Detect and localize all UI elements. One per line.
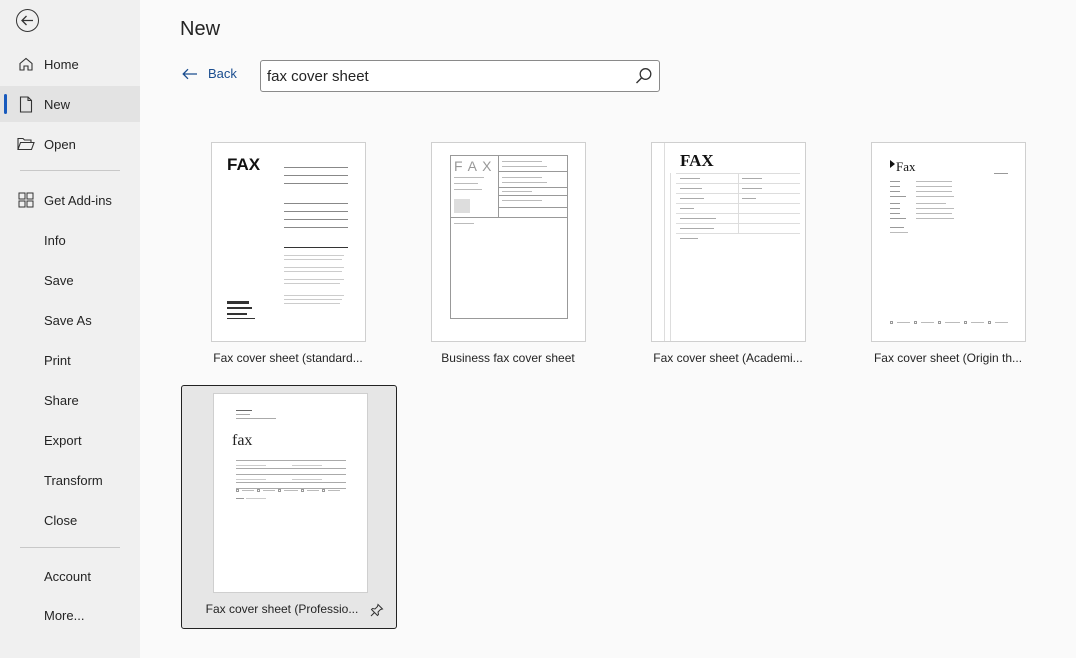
sidebar-item-label: More... bbox=[44, 607, 85, 623]
sidebar-item-new[interactable]: New bbox=[0, 86, 140, 122]
template-tile[interactable]: Fax Fax cover sheet (Origin th... bbox=[840, 142, 1056, 386]
sidebar-item-label: Home bbox=[44, 56, 79, 72]
template-name: Fax cover sheet (standard... bbox=[213, 351, 363, 365]
sidebar-divider bbox=[20, 170, 120, 171]
sidebar-item-close[interactable]: Close bbox=[0, 502, 140, 538]
sidebar-item-label: Save As bbox=[44, 312, 92, 328]
sidebar-item-label: Close bbox=[44, 512, 78, 528]
sidebar-item-label: Print bbox=[44, 352, 71, 368]
template-search-box[interactable] bbox=[260, 60, 660, 92]
template-name: Fax cover sheet (Origin th... bbox=[873, 351, 1023, 365]
sidebar-item-transform[interactable]: Transform bbox=[0, 462, 140, 498]
template-thumbnail: F A X bbox=[431, 142, 586, 342]
pin-icon[interactable] bbox=[370, 603, 384, 622]
sidebar-item-label: Export bbox=[44, 432, 82, 448]
sidebar-item-label: Account bbox=[44, 568, 91, 584]
backstage-sidebar: Home New Open Get Add-ins Info Save Save… bbox=[0, 0, 140, 658]
search-icon[interactable] bbox=[635, 67, 653, 90]
sidebar-item-label: Save bbox=[44, 272, 74, 288]
sidebar-item-open[interactable]: Open bbox=[0, 126, 140, 162]
sidebar-item-info[interactable]: Info bbox=[0, 222, 140, 258]
template-name: Fax cover sheet (Professio... bbox=[205, 602, 359, 616]
sidebar-item-share[interactable]: Share bbox=[0, 382, 140, 418]
sidebar-item-more[interactable]: More... bbox=[0, 597, 140, 633]
sidebar-item-print[interactable]: Print bbox=[0, 342, 140, 378]
home-icon bbox=[17, 55, 35, 73]
thumb-title: FAX bbox=[680, 151, 714, 170]
new-document-icon bbox=[17, 95, 35, 113]
sidebar-item-label: Open bbox=[44, 136, 76, 152]
search-input[interactable] bbox=[267, 66, 627, 86]
sidebar-item-save-as[interactable]: Save As bbox=[0, 302, 140, 338]
template-name: Business fax cover sheet bbox=[441, 351, 575, 365]
sidebar-item-export[interactable]: Export bbox=[0, 422, 140, 458]
thumb-title: Fax bbox=[896, 159, 916, 174]
sidebar-item-label: Transform bbox=[44, 472, 103, 488]
template-tile-selected[interactable]: fax Fax cover sheet (Professio... bbox=[181, 385, 397, 629]
thumb-title: FAX bbox=[227, 155, 261, 174]
template-thumbnail: FAX bbox=[211, 142, 366, 342]
template-thumbnail: Fax bbox=[871, 142, 1026, 342]
template-tile[interactable]: F A X Business fax cover sheet bbox=[400, 142, 616, 386]
left-arrow-icon bbox=[182, 68, 197, 79]
template-thumbnail: FAX bbox=[651, 142, 806, 342]
sidebar-item-save[interactable]: Save bbox=[0, 262, 140, 298]
sidebar-item-account[interactable]: Account bbox=[0, 558, 140, 594]
template-thumbnail: fax bbox=[213, 393, 368, 593]
back-link[interactable]: Back bbox=[182, 66, 237, 81]
sidebar-item-label: Share bbox=[44, 392, 79, 408]
template-tile[interactable]: FAX Fax cover sheet (Academi... bbox=[620, 142, 836, 386]
sidebar-item-label: Get Add-ins bbox=[44, 192, 112, 208]
thumb-title: F A X bbox=[454, 158, 493, 174]
thumb-title: fax bbox=[232, 432, 253, 449]
add-ins-grid-icon bbox=[17, 191, 35, 209]
sidebar-item-get-add-ins[interactable]: Get Add-ins bbox=[0, 182, 140, 218]
sidebar-divider bbox=[20, 547, 120, 548]
back-arrow-icon[interactable] bbox=[16, 9, 39, 32]
template-name: Fax cover sheet (Academi... bbox=[653, 351, 803, 365]
sidebar-item-home[interactable]: Home bbox=[0, 46, 140, 82]
page-title: New bbox=[180, 18, 221, 40]
template-tile[interactable]: FAX Fax cover sheet (standard... bbox=[180, 142, 396, 386]
back-label: Back bbox=[208, 66, 237, 81]
sidebar-item-label: New bbox=[44, 96, 71, 112]
sidebar-item-label: Info bbox=[44, 232, 66, 248]
folder-open-icon bbox=[17, 135, 35, 153]
